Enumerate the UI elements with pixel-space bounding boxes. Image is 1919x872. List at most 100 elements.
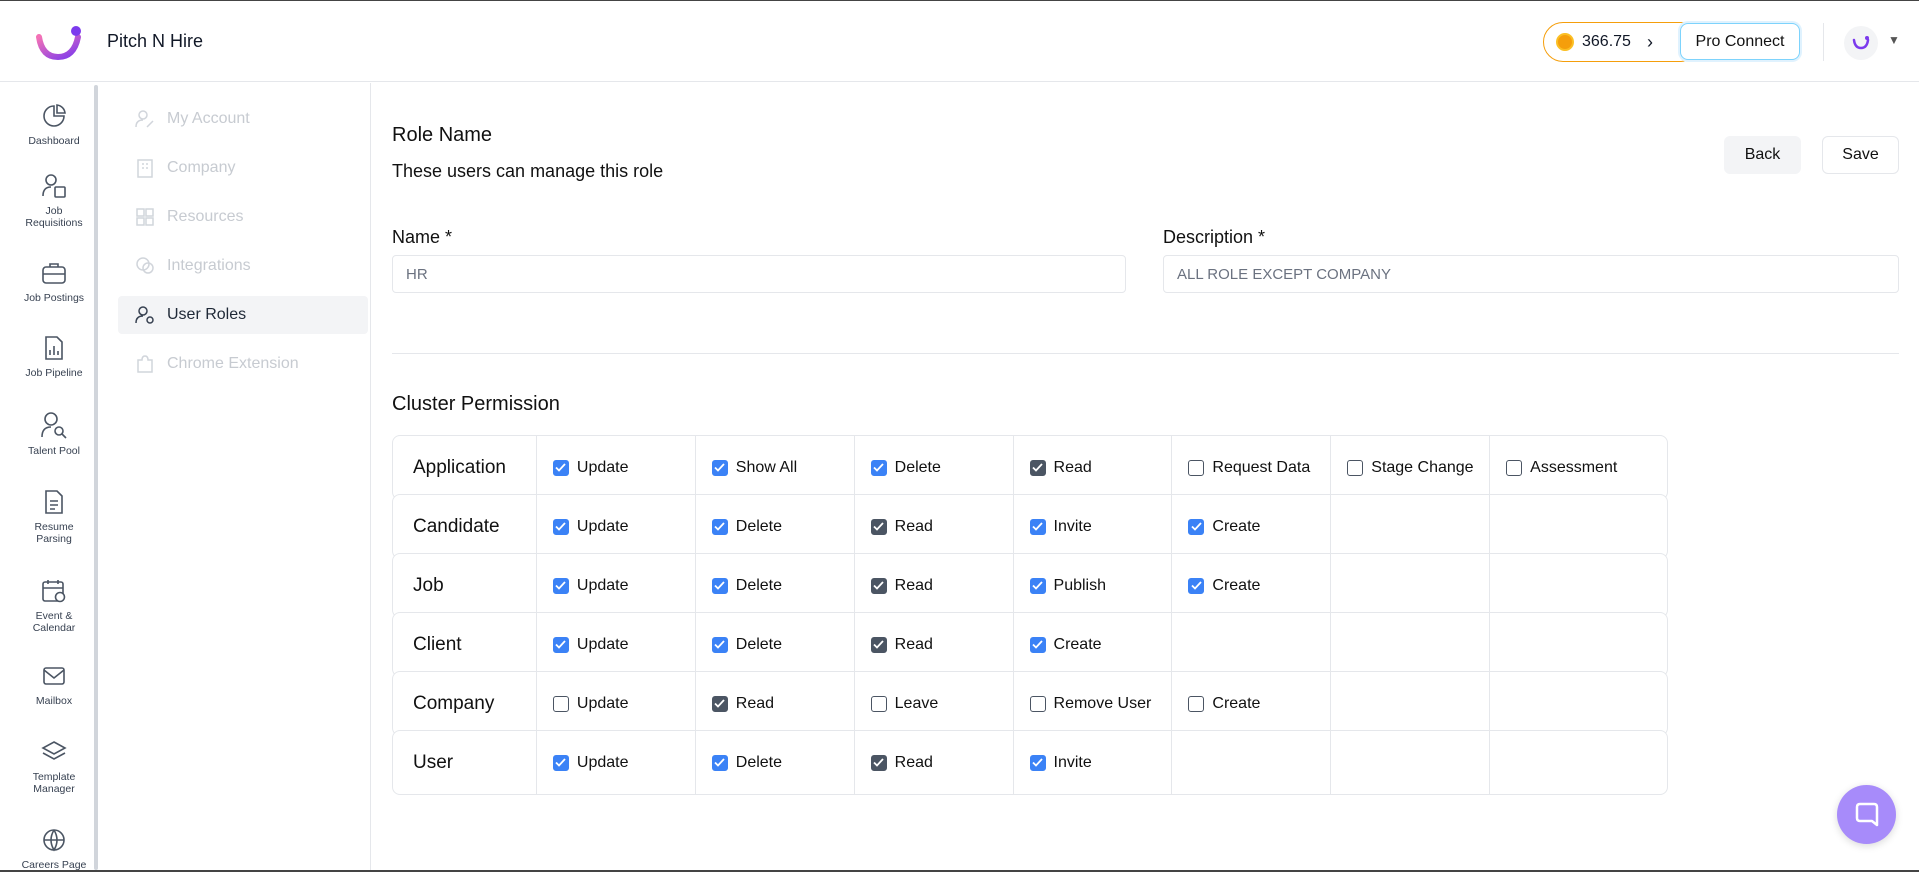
permission-cell[interactable]: Update bbox=[537, 436, 696, 499]
avatar[interactable] bbox=[1844, 26, 1878, 60]
permission-cell[interactable]: Invite bbox=[1014, 731, 1173, 794]
permission-checkbox[interactable] bbox=[711, 754, 728, 771]
permission-cell[interactable]: Create bbox=[1172, 672, 1332, 735]
settings-item-my-account[interactable]: My Account bbox=[118, 100, 368, 138]
permission-cell[interactable]: Leave bbox=[855, 672, 1014, 735]
permission-checkbox[interactable] bbox=[1029, 754, 1046, 771]
name-field[interactable]: HR bbox=[392, 255, 1126, 293]
nav-careers-page[interactable]: Careers Page bbox=[0, 827, 108, 871]
permission-checkbox[interactable] bbox=[552, 577, 569, 594]
chevron-down-icon[interactable]: ▼ bbox=[1888, 33, 1900, 47]
permission-label[interactable]: Read bbox=[895, 577, 933, 595]
permission-cell[interactable]: Stage Change bbox=[1331, 436, 1491, 499]
permission-cell[interactable]: Assessment bbox=[1490, 436, 1667, 499]
settings-item-chrome-extension[interactable]: Chrome Extension bbox=[118, 345, 368, 383]
permission-checkbox[interactable] bbox=[1188, 577, 1205, 594]
nav-event-calendar[interactable]: Event & Calendar bbox=[0, 578, 108, 634]
nav-job-postings[interactable]: Job Postings bbox=[0, 260, 108, 304]
permission-checkbox[interactable] bbox=[1029, 518, 1046, 535]
permission-cell[interactable]: Delete bbox=[696, 613, 855, 676]
permission-checkbox[interactable] bbox=[1029, 577, 1046, 594]
pitch-n-hire-logo[interactable] bbox=[34, 25, 84, 61]
permission-label[interactable]: Update bbox=[577, 636, 629, 654]
permission-label[interactable]: Create bbox=[1212, 695, 1260, 713]
permission-checkbox[interactable] bbox=[711, 577, 728, 594]
permission-cell[interactable]: Read bbox=[1014, 436, 1173, 499]
pro-connect-button[interactable]: Pro Connect bbox=[1680, 23, 1800, 60]
permission-checkbox[interactable] bbox=[552, 518, 569, 535]
permission-label[interactable]: Delete bbox=[736, 518, 782, 536]
permission-cell[interactable]: Update bbox=[537, 554, 696, 617]
permission-cell[interactable]: Read bbox=[855, 731, 1014, 794]
permission-checkbox[interactable] bbox=[870, 577, 887, 594]
permission-checkbox[interactable] bbox=[870, 754, 887, 771]
permission-checkbox[interactable] bbox=[1188, 459, 1205, 476]
settings-item-company[interactable]: Company bbox=[118, 149, 368, 187]
permission-cell[interactable]: Publish bbox=[1014, 554, 1173, 617]
nav-job-pipeline[interactable]: Job Pipeline bbox=[0, 335, 108, 379]
permission-label[interactable]: Stage Change bbox=[1371, 459, 1473, 477]
permission-checkbox[interactable] bbox=[870, 459, 887, 476]
permission-label[interactable]: Create bbox=[1212, 518, 1260, 536]
permission-cell[interactable]: Remove User bbox=[1014, 672, 1173, 735]
permission-checkbox[interactable] bbox=[1188, 695, 1205, 712]
permission-checkbox[interactable] bbox=[870, 636, 887, 653]
settings-item-resources[interactable]: Resources bbox=[118, 198, 368, 236]
permission-cell[interactable]: Delete bbox=[696, 554, 855, 617]
nav-template-manager[interactable]: Template Manager bbox=[0, 739, 108, 795]
permission-label[interactable]: Create bbox=[1212, 577, 1260, 595]
permission-cell[interactable]: Read bbox=[696, 672, 855, 735]
permission-label[interactable]: Update bbox=[577, 459, 629, 477]
permission-cell[interactable]: Invite bbox=[1014, 495, 1173, 558]
permission-cell[interactable]: Update bbox=[537, 613, 696, 676]
left-nav-scrollbar[interactable] bbox=[94, 85, 98, 870]
permission-label[interactable]: Leave bbox=[895, 695, 939, 713]
permission-checkbox[interactable] bbox=[1506, 459, 1523, 476]
permission-label[interactable]: Request Data bbox=[1212, 459, 1310, 477]
permission-cell[interactable]: Create bbox=[1014, 613, 1173, 676]
permission-cell[interactable]: Read bbox=[855, 554, 1014, 617]
permission-label[interactable]: Read bbox=[1054, 459, 1092, 477]
nav-talent-pool[interactable]: Talent Pool bbox=[0, 411, 108, 457]
credits-badge[interactable]: 366.75 › bbox=[1543, 22, 1701, 62]
permission-cell[interactable]: Read bbox=[855, 613, 1014, 676]
settings-item-user-roles[interactable]: User Roles bbox=[118, 296, 368, 334]
permission-cell[interactable]: Create bbox=[1172, 495, 1332, 558]
chat-button[interactable] bbox=[1837, 785, 1896, 844]
permission-label[interactable]: Read bbox=[895, 636, 933, 654]
permission-label[interactable]: Delete bbox=[736, 636, 782, 654]
permission-checkbox[interactable] bbox=[711, 636, 728, 653]
permission-cell[interactable]: Update bbox=[537, 731, 696, 794]
permission-label[interactable]: Update bbox=[577, 518, 629, 536]
permission-cell[interactable]: Delete bbox=[696, 495, 855, 558]
permission-cell[interactable]: Delete bbox=[696, 731, 855, 794]
permission-cell[interactable]: Create bbox=[1172, 554, 1332, 617]
permission-label[interactable]: Read bbox=[895, 518, 933, 536]
permission-checkbox[interactable] bbox=[552, 459, 569, 476]
permission-checkbox[interactable] bbox=[552, 636, 569, 653]
permission-label[interactable]: Invite bbox=[1054, 518, 1092, 536]
permission-checkbox[interactable] bbox=[1188, 518, 1205, 535]
permission-cell[interactable]: Show All bbox=[696, 436, 855, 499]
permission-checkbox[interactable] bbox=[711, 695, 728, 712]
permission-cell[interactable]: Update bbox=[537, 672, 696, 735]
permission-checkbox[interactable] bbox=[711, 459, 728, 476]
save-button[interactable]: Save bbox=[1822, 136, 1899, 174]
permission-label[interactable]: Read bbox=[736, 695, 774, 713]
nav-mailbox[interactable]: Mailbox bbox=[0, 663, 108, 707]
permission-label[interactable]: Show All bbox=[736, 459, 797, 477]
permission-checkbox[interactable] bbox=[1347, 459, 1364, 476]
settings-item-integrations[interactable]: Integrations bbox=[118, 247, 368, 285]
permission-label[interactable]: Remove User bbox=[1054, 695, 1152, 713]
permission-checkbox[interactable] bbox=[870, 518, 887, 535]
permission-label[interactable]: Invite bbox=[1054, 754, 1092, 772]
permission-checkbox[interactable] bbox=[1029, 636, 1046, 653]
permission-label[interactable]: Update bbox=[577, 754, 629, 772]
permission-label[interactable]: Delete bbox=[895, 459, 941, 477]
permission-label[interactable]: Delete bbox=[736, 577, 782, 595]
permission-cell[interactable]: Request Data bbox=[1172, 436, 1332, 499]
permission-label[interactable]: Update bbox=[577, 695, 629, 713]
permission-cell[interactable]: Update bbox=[537, 495, 696, 558]
permission-label[interactable]: Publish bbox=[1054, 577, 1106, 595]
permission-label[interactable]: Read bbox=[895, 754, 933, 772]
